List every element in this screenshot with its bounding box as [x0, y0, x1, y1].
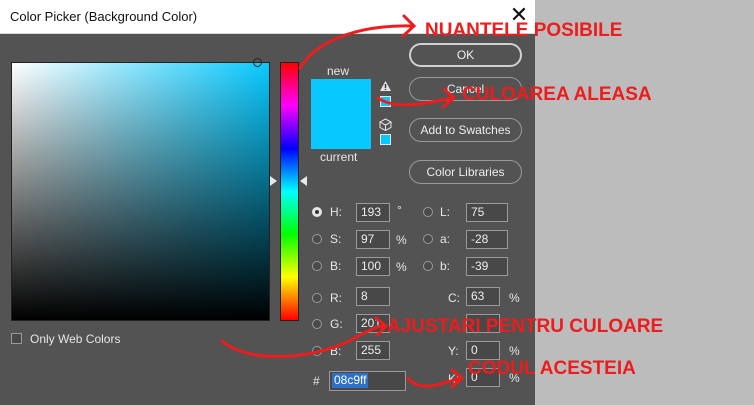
arrow-ajustari: [220, 324, 386, 359]
annotation-nuantele: NUANTELE POSIBILE: [425, 20, 623, 41]
annotation-culoarea: CULOAREA ALEASA: [462, 84, 652, 105]
annotation-arrows: [220, 14, 465, 389]
arrow-nuante: [298, 24, 414, 70]
annotation-codul: CODUL ACESTEIA: [468, 358, 636, 379]
annotation-ajustari: AJUSTARI PENTRU CULOARE: [387, 316, 664, 337]
arrow-culoarea: [376, 96, 454, 107]
